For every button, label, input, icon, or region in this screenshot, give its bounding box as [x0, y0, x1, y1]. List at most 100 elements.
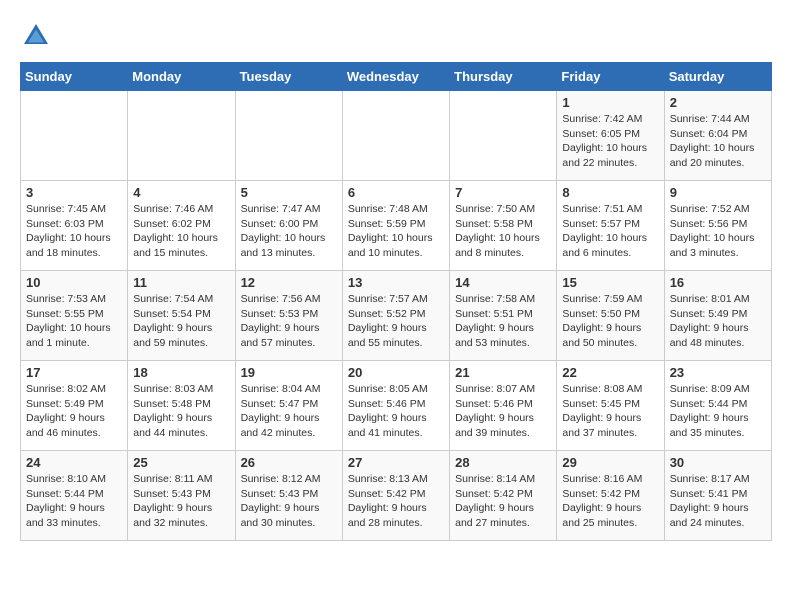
- day-number: 1: [562, 95, 658, 110]
- day-number: 26: [241, 455, 337, 470]
- day-number: 4: [133, 185, 229, 200]
- day-info: Sunrise: 8:03 AM Sunset: 5:48 PM Dayligh…: [133, 382, 229, 441]
- calendar-cell: 21 Sunrise: 8:07 AM Sunset: 5:46 PM Dayli…: [450, 361, 557, 451]
- day-info: Sunrise: 7:52 AM Sunset: 5:56 PM Dayligh…: [670, 202, 766, 261]
- day-info: Sunrise: 7:57 AM Sunset: 5:52 PM Dayligh…: [348, 292, 444, 351]
- day-number: 6: [348, 185, 444, 200]
- page-header: [20, 20, 772, 52]
- calendar-cell: 29 Sunrise: 8:16 AM Sunset: 5:42 PM Dayli…: [557, 451, 664, 541]
- day-number: 17: [26, 365, 122, 380]
- calendar-cell: 27 Sunrise: 8:13 AM Sunset: 5:42 PM Dayli…: [342, 451, 449, 541]
- calendar-cell: 10 Sunrise: 7:53 AM Sunset: 5:55 PM Dayli…: [21, 271, 128, 361]
- day-info: Sunrise: 7:51 AM Sunset: 5:57 PM Dayligh…: [562, 202, 658, 261]
- day-number: 23: [670, 365, 766, 380]
- calendar-cell: 8 Sunrise: 7:51 AM Sunset: 5:57 PM Daylig…: [557, 181, 664, 271]
- day-number: 29: [562, 455, 658, 470]
- day-info: Sunrise: 8:16 AM Sunset: 5:42 PM Dayligh…: [562, 472, 658, 531]
- day-info: Sunrise: 7:50 AM Sunset: 5:58 PM Dayligh…: [455, 202, 551, 261]
- calendar-week-2: 10 Sunrise: 7:53 AM Sunset: 5:55 PM Dayli…: [21, 271, 772, 361]
- day-number: 14: [455, 275, 551, 290]
- calendar-cell: 4 Sunrise: 7:46 AM Sunset: 6:02 PM Daylig…: [128, 181, 235, 271]
- day-info: Sunrise: 7:48 AM Sunset: 5:59 PM Dayligh…: [348, 202, 444, 261]
- day-info: Sunrise: 8:07 AM Sunset: 5:46 PM Dayligh…: [455, 382, 551, 441]
- calendar-cell: [342, 91, 449, 181]
- day-info: Sunrise: 8:12 AM Sunset: 5:43 PM Dayligh…: [241, 472, 337, 531]
- col-header-monday: Monday: [128, 63, 235, 91]
- calendar-cell: 2 Sunrise: 7:44 AM Sunset: 6:04 PM Daylig…: [664, 91, 771, 181]
- day-info: Sunrise: 8:14 AM Sunset: 5:42 PM Dayligh…: [455, 472, 551, 531]
- day-number: 3: [26, 185, 122, 200]
- day-info: Sunrise: 7:42 AM Sunset: 6:05 PM Dayligh…: [562, 112, 658, 171]
- calendar-cell: 13 Sunrise: 7:57 AM Sunset: 5:52 PM Dayli…: [342, 271, 449, 361]
- calendar-week-0: 1 Sunrise: 7:42 AM Sunset: 6:05 PM Daylig…: [21, 91, 772, 181]
- day-number: 27: [348, 455, 444, 470]
- day-info: Sunrise: 7:44 AM Sunset: 6:04 PM Dayligh…: [670, 112, 766, 171]
- calendar-cell: 18 Sunrise: 8:03 AM Sunset: 5:48 PM Dayli…: [128, 361, 235, 451]
- day-number: 24: [26, 455, 122, 470]
- calendar-cell: 9 Sunrise: 7:52 AM Sunset: 5:56 PM Daylig…: [664, 181, 771, 271]
- day-number: 19: [241, 365, 337, 380]
- calendar-cell: [128, 91, 235, 181]
- day-number: 30: [670, 455, 766, 470]
- calendar-cell: 28Sunrise: 8:14 AM Sunset: 5:42 PM Dayli…: [450, 451, 557, 541]
- calendar-cell: 19 Sunrise: 8:04 AM Sunset: 5:47 PM Dayli…: [235, 361, 342, 451]
- calendar-cell: 7 Sunrise: 7:50 AM Sunset: 5:58 PM Daylig…: [450, 181, 557, 271]
- day-info: Sunrise: 7:59 AM Sunset: 5:50 PM Dayligh…: [562, 292, 658, 351]
- day-number: 11: [133, 275, 229, 290]
- day-number: 22: [562, 365, 658, 380]
- calendar-week-3: 17 Sunrise: 8:02 AM Sunset: 5:49 PM Dayli…: [21, 361, 772, 451]
- calendar-cell: 15 Sunrise: 7:59 AM Sunset: 5:50 PM Dayli…: [557, 271, 664, 361]
- day-info: Sunrise: 8:01 AM Sunset: 5:49 PM Dayligh…: [670, 292, 766, 351]
- day-info: Sunrise: 8:17 AM Sunset: 5:41 PM Dayligh…: [670, 472, 766, 531]
- day-number: 12: [241, 275, 337, 290]
- calendar-cell: 6 Sunrise: 7:48 AM Sunset: 5:59 PM Daylig…: [342, 181, 449, 271]
- day-number: 8: [562, 185, 658, 200]
- logo-icon: [20, 20, 52, 52]
- col-header-tuesday: Tuesday: [235, 63, 342, 91]
- day-info: Sunrise: 7:46 AM Sunset: 6:02 PM Dayligh…: [133, 202, 229, 261]
- day-info: Sunrise: 7:54 AM Sunset: 5:54 PM Dayligh…: [133, 292, 229, 351]
- day-info: Sunrise: 7:53 AM Sunset: 5:55 PM Dayligh…: [26, 292, 122, 351]
- day-info: Sunrise: 8:09 AM Sunset: 5:44 PM Dayligh…: [670, 382, 766, 441]
- calendar-cell: 30 Sunrise: 8:17 AM Sunset: 5:41 PM Dayli…: [664, 451, 771, 541]
- day-info: Sunrise: 8:04 AM Sunset: 5:47 PM Dayligh…: [241, 382, 337, 441]
- col-header-thursday: Thursday: [450, 63, 557, 91]
- day-number: 9: [670, 185, 766, 200]
- day-number: 16: [670, 275, 766, 290]
- day-number: 15: [562, 275, 658, 290]
- day-info: Sunrise: 7:56 AM Sunset: 5:53 PM Dayligh…: [241, 292, 337, 351]
- day-number: 10: [26, 275, 122, 290]
- calendar-cell: 12 Sunrise: 7:56 AM Sunset: 5:53 PM Dayli…: [235, 271, 342, 361]
- day-number: 25: [133, 455, 229, 470]
- calendar-cell: 25 Sunrise: 8:11 AM Sunset: 5:43 PM Dayli…: [128, 451, 235, 541]
- day-info: Sunrise: 8:13 AM Sunset: 5:42 PM Dayligh…: [348, 472, 444, 531]
- day-number: 21: [455, 365, 551, 380]
- calendar-cell: 24Sunrise: 8:10 AM Sunset: 5:44 PM Dayli…: [21, 451, 128, 541]
- day-info: Sunrise: 7:47 AM Sunset: 6:00 PM Dayligh…: [241, 202, 337, 261]
- day-info: Sunrise: 8:08 AM Sunset: 5:45 PM Dayligh…: [562, 382, 658, 441]
- calendar-header: SundayMondayTuesdayWednesdayThursdayFrid…: [21, 63, 772, 91]
- calendar-cell: 5Sunrise: 7:47 AM Sunset: 6:00 PM Daylig…: [235, 181, 342, 271]
- calendar-cell: 20Sunrise: 8:05 AM Sunset: 5:46 PM Dayli…: [342, 361, 449, 451]
- calendar-cell: 26 Sunrise: 8:12 AM Sunset: 5:43 PM Dayli…: [235, 451, 342, 541]
- calendar-cell: [235, 91, 342, 181]
- day-info: Sunrise: 8:05 AM Sunset: 5:46 PM Dayligh…: [348, 382, 444, 441]
- calendar-week-1: 3 Sunrise: 7:45 AM Sunset: 6:03 PM Daylig…: [21, 181, 772, 271]
- calendar-cell: 3 Sunrise: 7:45 AM Sunset: 6:03 PM Daylig…: [21, 181, 128, 271]
- calendar-cell: 23 Sunrise: 8:09 AM Sunset: 5:44 PM Dayli…: [664, 361, 771, 451]
- day-info: Sunrise: 7:45 AM Sunset: 6:03 PM Dayligh…: [26, 202, 122, 261]
- calendar-cell: 1 Sunrise: 7:42 AM Sunset: 6:05 PM Daylig…: [557, 91, 664, 181]
- col-header-wednesday: Wednesday: [342, 63, 449, 91]
- day-number: 13: [348, 275, 444, 290]
- day-info: Sunrise: 8:11 AM Sunset: 5:43 PM Dayligh…: [133, 472, 229, 531]
- calendar-cell: [450, 91, 557, 181]
- day-number: 18: [133, 365, 229, 380]
- calendar-cell: 14 Sunrise: 7:58 AM Sunset: 5:51 PM Dayli…: [450, 271, 557, 361]
- calendar-table: SundayMondayTuesdayWednesdayThursdayFrid…: [20, 62, 772, 541]
- day-info: Sunrise: 7:58 AM Sunset: 5:51 PM Dayligh…: [455, 292, 551, 351]
- day-number: 2: [670, 95, 766, 110]
- day-info: Sunrise: 8:02 AM Sunset: 5:49 PM Dayligh…: [26, 382, 122, 441]
- calendar-week-4: 24Sunrise: 8:10 AM Sunset: 5:44 PM Dayli…: [21, 451, 772, 541]
- col-header-friday: Friday: [557, 63, 664, 91]
- day-number: 7: [455, 185, 551, 200]
